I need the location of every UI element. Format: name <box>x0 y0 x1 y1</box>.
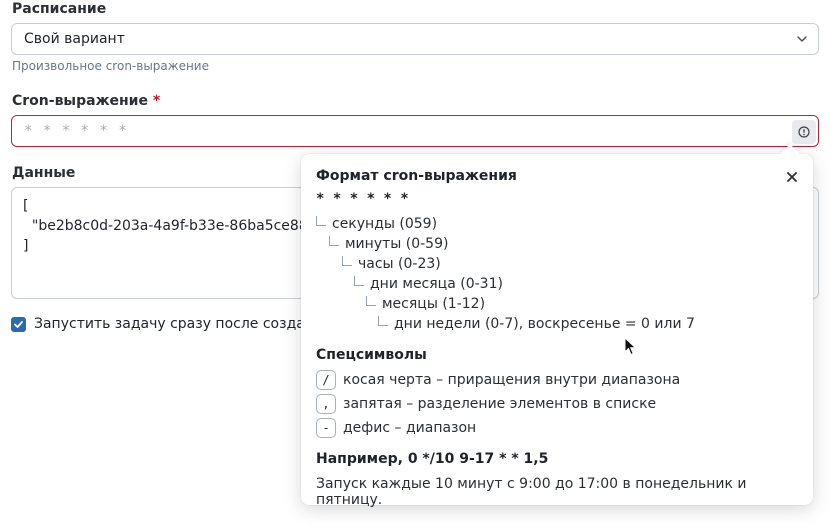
cron-field[interactable] <box>11 115 819 147</box>
cron-pattern: * * * * * * <box>316 191 409 207</box>
tree-item-label: секунды (059) <box>332 216 438 232</box>
run-now-label: Запустить задачу сразу после создания <box>34 316 332 332</box>
schedule-hint: Произвольное cron-выражение <box>12 59 209 73</box>
tree-corner-icon <box>378 316 388 326</box>
tree-item-label: минуты (0-59) <box>345 236 449 252</box>
tree-item-hours: часы (0-23) <box>342 254 441 274</box>
schedule-label: Расписание <box>12 1 107 17</box>
example-description: Запуск каждые 10 минут с 9:00 до 17:00 в… <box>316 476 747 508</box>
info-icon <box>798 126 810 138</box>
tree-corner-icon <box>354 276 364 286</box>
cron-help-popover: Формат cron-выражения * * * * * * секунд… <box>301 144 813 508</box>
special-char-row: / косая черта – приращения внутри диапаз… <box>316 370 680 390</box>
tree-item-minutes: минуты (0-59) <box>329 234 448 254</box>
tree-item-months: месяцы (1-12) <box>366 294 485 314</box>
special-char-text: запятая – разделение элементов в списке <box>343 396 657 412</box>
tree-item-label: дни недели (0-7), воскресенье = 0 или 7 <box>394 316 695 332</box>
tree-item-label: часы (0-23) <box>358 256 441 272</box>
cron-label-text: Cron-выражение <box>12 93 148 109</box>
data-label: Данные <box>12 165 76 181</box>
special-char-row: , запятая – разделение элементов в списк… <box>316 394 656 414</box>
mouse-cursor-icon <box>624 337 637 356</box>
popover-title: Формат cron-выражения <box>316 168 517 184</box>
schedule-select-value: Свой вариант <box>24 31 125 47</box>
popover-arrow <box>780 144 800 164</box>
run-now-row[interactable]: Запустить задачу сразу после создания <box>11 316 332 332</box>
chevron-down-icon <box>797 36 807 42</box>
schedule-select[interactable]: Свой вариант <box>11 23 819 55</box>
checkmark-icon <box>14 320 23 328</box>
special-char-badge: / <box>316 370 336 390</box>
special-char-text: косая черта – приращения внутри диапазон… <box>343 372 681 388</box>
tree-item-days-of-month: дни месяца (0-31) <box>354 274 503 294</box>
cron-label: Cron-выражение * <box>12 93 160 109</box>
tree-corner-icon <box>342 256 352 266</box>
special-char-row: - дефис – диапазон <box>316 418 476 438</box>
example-title: Например, 0 */10 9-17 * * 1,5 <box>316 451 549 467</box>
special-char-badge: , <box>316 394 336 414</box>
special-char-badge: - <box>316 418 336 438</box>
required-mark: * <box>152 93 161 109</box>
tree-corner-icon <box>316 216 326 226</box>
special-chars-title: Спецсимволы <box>316 347 427 363</box>
special-char-text: дефис – диапазон <box>343 420 477 436</box>
tree-corner-icon <box>366 296 376 306</box>
tree-item-seconds: секунды (059) <box>316 214 437 234</box>
tree-item-label: месяцы (1-12) <box>382 296 486 312</box>
tree-corner-icon <box>329 236 339 246</box>
info-button[interactable] <box>792 120 816 144</box>
run-now-checkbox[interactable] <box>11 316 26 332</box>
tree-item-label: дни месяца (0-31) <box>370 276 503 292</box>
tree-item-days-of-week: дни недели (0-7), воскресенье = 0 или 7 <box>378 314 695 334</box>
close-icon[interactable] <box>785 170 799 184</box>
cron-input[interactable] <box>24 123 724 139</box>
